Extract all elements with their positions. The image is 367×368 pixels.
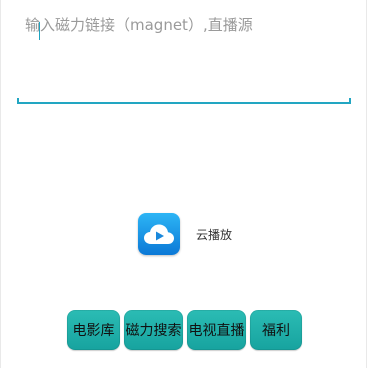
app-screen: 云播放 电影库 磁力搜索 电视直播 福利	[0, 0, 367, 368]
input-underline-left-tick	[17, 98, 19, 104]
cloud-play-label: 云播放	[196, 227, 233, 242]
nav-button-welfare[interactable]: 福利	[250, 310, 302, 350]
cloud-play-button[interactable]: 云播放	[138, 213, 232, 255]
cloud-play-icon-graphic	[144, 224, 174, 244]
nav-button-tv-live[interactable]: 电视直播	[187, 310, 246, 350]
input-underline-right-tick	[349, 98, 351, 104]
link-input-container	[17, 6, 351, 104]
bottom-nav: 电影库 磁力搜索 电视直播 福利	[67, 310, 302, 350]
cloud-play-icon	[138, 213, 180, 255]
nav-button-movie-library[interactable]: 电影库	[67, 310, 120, 350]
text-cursor	[39, 22, 40, 40]
nav-button-magnet-search[interactable]: 磁力搜索	[124, 310, 183, 350]
input-underline	[17, 102, 351, 104]
magnet-link-input[interactable]	[17, 6, 351, 101]
